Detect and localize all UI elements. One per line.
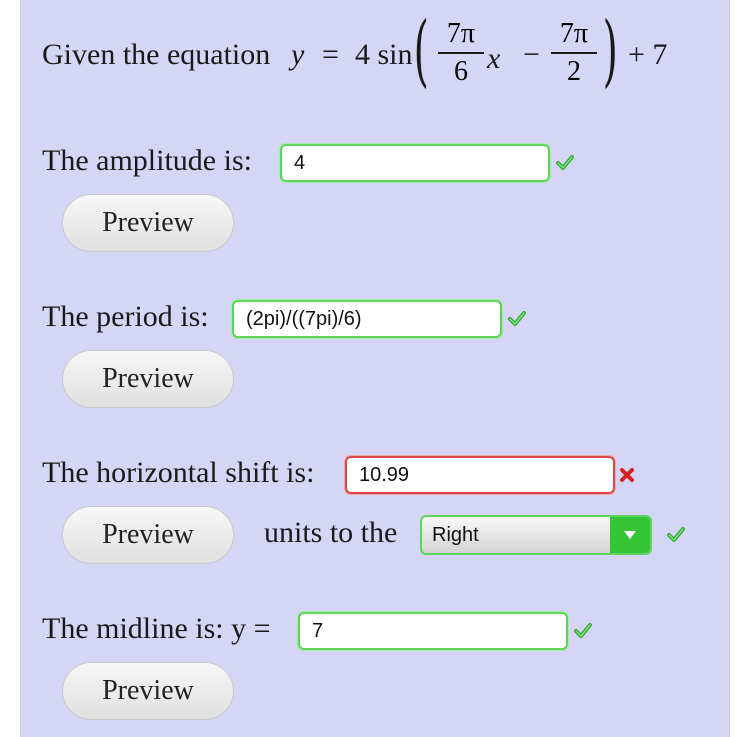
right-paren: ) <box>602 6 618 96</box>
equation-minus: − <box>523 38 540 71</box>
direction-value: Right <box>432 524 479 546</box>
fraction-numerator: 7π <box>446 18 476 49</box>
shift-preview-button[interactable]: Preview <box>62 506 234 564</box>
fraction-7pi-over-6: 7π 6 <box>438 20 484 86</box>
units-label: units to the <box>264 516 398 549</box>
fraction-7pi-over-2: 7π 2 <box>551 20 597 86</box>
correct-check-icon <box>574 623 592 638</box>
correct-check-icon <box>667 527 685 542</box>
shift-input[interactable]: 10.99 <box>345 456 615 494</box>
midline-preview-button[interactable]: Preview <box>62 662 234 720</box>
correct-check-icon <box>508 311 526 326</box>
left-paren: ( <box>413 6 429 96</box>
correct-check-icon <box>556 155 574 170</box>
fraction-denominator: 6 <box>454 56 468 87</box>
fraction-denominator: 2 <box>567 56 581 87</box>
period-label: The period is: <box>42 300 209 333</box>
period-preview-button[interactable]: Preview <box>62 350 234 408</box>
shift-label: The horizontal shift is: <box>42 456 315 489</box>
midline-input[interactable]: 7 <box>298 612 568 650</box>
equation-suffix: + 7 <box>628 38 668 71</box>
amplitude-label: The amplitude is: <box>42 144 252 177</box>
amplitude-preview-button[interactable]: Preview <box>62 194 234 252</box>
incorrect-x-icon <box>620 468 634 482</box>
equation-coefficient: 4 sin <box>355 38 413 71</box>
period-input[interactable]: (2pi)/((7pi)/6) <box>232 300 502 338</box>
equation-x: x <box>487 42 501 75</box>
fraction-bar <box>438 52 484 54</box>
equation-prefix: Given the equation <box>42 38 271 71</box>
direction-select[interactable]: Right <box>420 515 652 555</box>
equation-equals: = <box>322 38 339 71</box>
amplitude-input[interactable]: 4 <box>280 144 550 182</box>
midline-label: The midline is: y = <box>42 612 271 645</box>
fraction-numerator: 7π <box>559 18 589 49</box>
dropdown-arrow-icon[interactable] <box>610 517 650 553</box>
fraction-bar <box>551 52 597 54</box>
equation-y: y <box>291 38 305 71</box>
